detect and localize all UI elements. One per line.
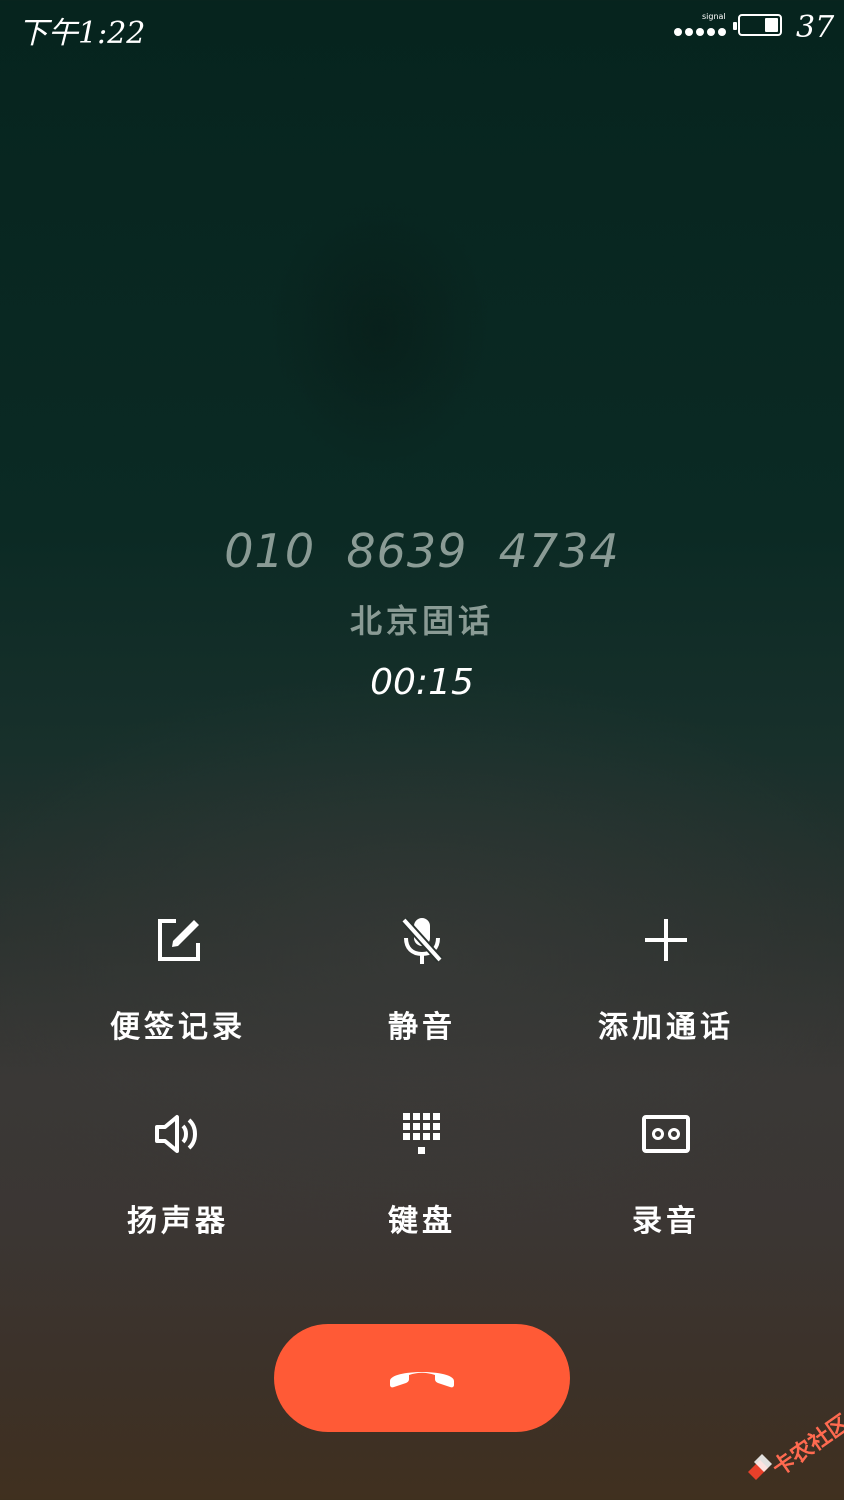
speaker-icon xyxy=(148,1094,208,1174)
mute-label: 静音 xyxy=(388,1010,456,1045)
signal-label: signal xyxy=(702,12,726,21)
add-call-label: 添加通话 xyxy=(598,1010,734,1045)
note-label: 便签记录 xyxy=(110,1010,246,1045)
keypad-label: 键盘 xyxy=(388,1204,456,1239)
add-call-button[interactable]: 添加通话 xyxy=(544,900,788,1094)
note-edit-icon xyxy=(148,900,208,980)
status-time: 下午1:22 xyxy=(18,16,146,51)
record-label: 录音 xyxy=(632,1204,700,1239)
mute-button[interactable]: 静音 xyxy=(300,900,544,1094)
note-button[interactable]: 便签记录 xyxy=(56,900,300,1094)
battery-fill xyxy=(765,18,778,32)
speaker-label: 扬声器 xyxy=(127,1204,229,1239)
battery-icon xyxy=(733,14,782,36)
keypad-icon xyxy=(392,1094,452,1174)
caller-number: 010 8639 4734 xyxy=(224,524,620,578)
record-button[interactable]: 录音 xyxy=(544,1094,788,1288)
add-call-icon xyxy=(636,900,696,980)
battery-level: 37 xyxy=(796,10,835,45)
status-bar: 下午1:22 signal 37 xyxy=(0,0,844,60)
hangup-icon xyxy=(386,1361,458,1395)
record-icon xyxy=(636,1094,696,1174)
mute-mic-icon xyxy=(392,900,452,980)
signal-strength-icon xyxy=(674,28,730,38)
call-controls: 便签记录 静音 添加通话 扬声器 键盘 录音 xyxy=(56,900,788,1288)
speaker-button[interactable]: 扬声器 xyxy=(56,1094,300,1288)
keypad-button[interactable]: 键盘 xyxy=(300,1094,544,1288)
caller-location: 北京固话 xyxy=(349,602,494,640)
call-timer: 00:15 xyxy=(370,662,474,703)
end-call-button[interactable] xyxy=(274,1324,570,1432)
